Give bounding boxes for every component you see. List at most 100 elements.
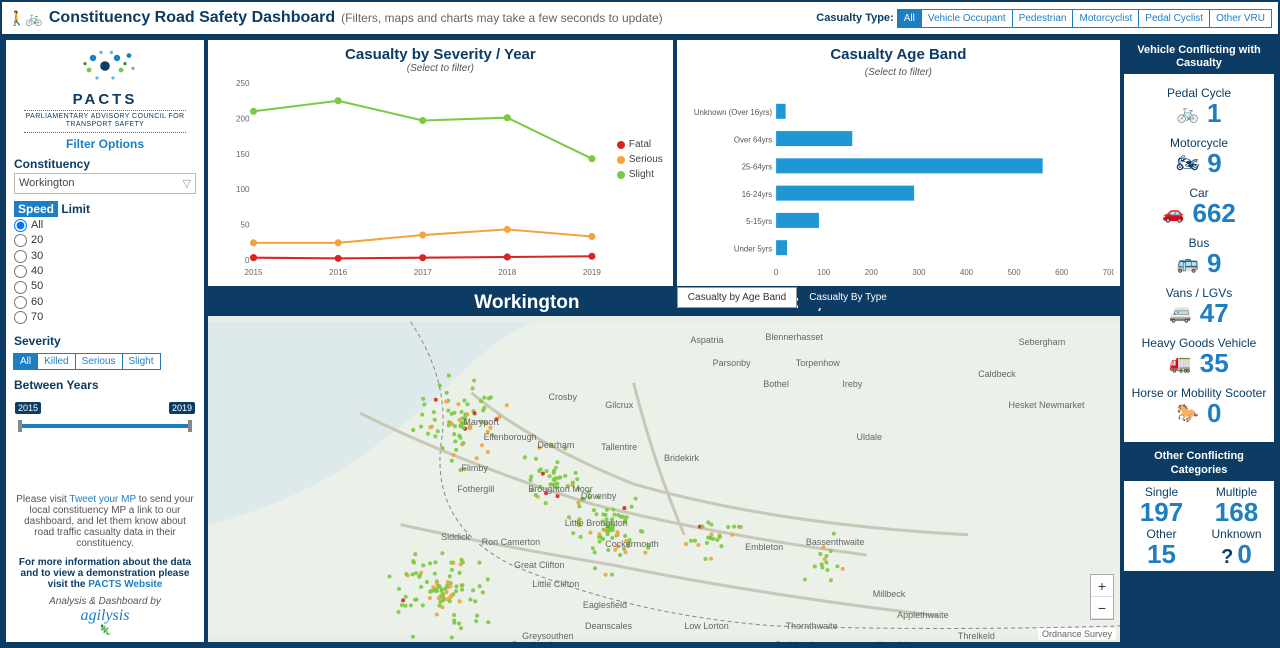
- legend-serious[interactable]: Serious: [617, 154, 663, 165]
- tweet-mp-link[interactable]: Tweet your MP: [69, 494, 136, 505]
- filter-sidebar: PACTS PARLIAMENTARY ADVISORY COUNCIL FOR…: [6, 40, 204, 642]
- severity-all[interactable]: All: [13, 353, 38, 370]
- chart2-subtitle: (Select to filter): [683, 67, 1114, 78]
- map-label: Cockermouth: [605, 539, 659, 549]
- vehicle-icon: 🚌: [1177, 253, 1199, 274]
- vehicle-icon: 🚐: [1169, 303, 1191, 324]
- map-label: Sebergham: [1019, 337, 1066, 347]
- app-icon: 🚶🚲: [8, 10, 43, 27]
- vehicle-icon: 🚛: [1169, 353, 1191, 374]
- other-panel-title: Other Conflicting Categories: [1124, 446, 1274, 480]
- severity-label: Severity: [14, 334, 196, 348]
- map-attribution: Ordnance Survey: [1038, 628, 1116, 640]
- constituency-value: Workington: [19, 177, 74, 189]
- vehicle-horse-or-mobility-scooter: Horse or Mobility Scooter🐎0: [1126, 386, 1272, 426]
- svg-text:200: 200: [236, 114, 250, 123]
- map-label: Gilcrux: [605, 400, 633, 410]
- tab-casualty-by-age-band[interactable]: Casualty by Age Band: [677, 287, 797, 308]
- legend-slight[interactable]: Slight: [617, 169, 663, 180]
- constituency-select[interactable]: Workington ▽: [14, 173, 196, 194]
- svg-text:300: 300: [912, 268, 926, 277]
- map-label: Dearham: [537, 440, 574, 450]
- legend-fatal[interactable]: Fatal: [617, 139, 663, 150]
- age-band-chart[interactable]: 0100200300400500600700Unknown (Over 16yr…: [683, 86, 1114, 286]
- speed-option-20[interactable]: 20: [14, 233, 196, 248]
- casualty-type-motorcyclist[interactable]: Motorcyclist: [1072, 9, 1139, 28]
- svg-text:5-15yrs: 5-15yrs: [746, 217, 772, 226]
- year-max: 2019: [169, 402, 195, 414]
- category-single: Single197: [1126, 485, 1197, 525]
- speed-option-70[interactable]: 70: [14, 310, 196, 325]
- map-label: Ireby: [842, 379, 862, 389]
- other-categories-panel: Other Conflicting Categories Single197Mu…: [1124, 446, 1274, 570]
- speed-option-40[interactable]: 40: [14, 264, 196, 279]
- constituency-label: Constituency: [14, 157, 196, 171]
- vehicle-icon: 🚗: [1162, 203, 1184, 224]
- zoom-in-button[interactable]: +: [1091, 575, 1113, 597]
- svg-text:500: 500: [1007, 268, 1021, 277]
- svg-text:50: 50: [241, 220, 250, 229]
- speed-option-60[interactable]: 60: [14, 295, 196, 310]
- map-label: Low Lorton: [684, 621, 729, 631]
- map-panel: Workington Casualties: 1,143 MaryportDea…: [208, 290, 1120, 642]
- svg-text:0: 0: [245, 256, 250, 265]
- map-label: Parsonby: [713, 358, 751, 368]
- chart2-tabs: Casualty by Age BandCasualty By Type: [677, 287, 898, 308]
- speed-limit-radios: All 20 30 40 50 60 70: [14, 218, 196, 326]
- map-label: Embleton: [745, 542, 783, 552]
- zoom-out-button[interactable]: −: [1091, 597, 1113, 619]
- svg-text:150: 150: [236, 150, 250, 159]
- casualty-type-pedestrian[interactable]: Pedestrian: [1012, 9, 1074, 28]
- svg-text:200: 200: [865, 268, 879, 277]
- speed-option-All[interactable]: All: [14, 218, 196, 233]
- map-label: Maryport: [463, 417, 499, 427]
- dashboard-subtitle: (Filters, maps and charts may take a few…: [341, 11, 662, 25]
- svg-text:700: 700: [1103, 268, 1114, 277]
- pacts-logo-dots: [57, 46, 153, 86]
- agilysis-logo: agilysis: [16, 607, 194, 625]
- map-label: Ron Camerton: [482, 537, 541, 547]
- svg-text:2016: 2016: [329, 268, 347, 277]
- casualty-type-pedal-cyclist[interactable]: Pedal Cyclist: [1138, 9, 1210, 28]
- pacts-website-link[interactable]: PACTS Website: [88, 579, 162, 590]
- casualty-type-vehicle-occupant[interactable]: Vehicle Occupant: [921, 9, 1013, 28]
- map-label: Great Clifton: [514, 560, 565, 570]
- map-label: Siddick: [441, 532, 470, 542]
- tab-casualty-by-type[interactable]: Casualty By Type: [798, 287, 898, 308]
- filter-options-title: Filter Options: [14, 137, 196, 151]
- pacts-logo-text: PACTS: [14, 91, 196, 108]
- map-label: Crosby: [548, 392, 577, 402]
- svg-text:600: 600: [1055, 268, 1069, 277]
- speed-option-30[interactable]: 30: [14, 249, 196, 264]
- age-band-chart-panel: Casualty Age Band (Select to filter) 010…: [677, 40, 1120, 286]
- map-label: Ellenborough: [484, 432, 537, 442]
- svg-text:Unknown (Over 16yrs): Unknown (Over 16yrs): [694, 108, 773, 117]
- analysis-by-label: Analysis & Dashboard by: [16, 596, 194, 607]
- agilysis-lizard-icon: 🦎: [99, 625, 111, 636]
- map-label: Applethwaite: [897, 610, 949, 620]
- chart1-subtitle: (Select to filter): [214, 63, 667, 74]
- map-label: Threlkeld: [958, 631, 995, 641]
- severity-slight[interactable]: Slight: [122, 353, 161, 370]
- svg-text:2019: 2019: [583, 268, 601, 277]
- svg-text:100: 100: [817, 268, 831, 277]
- map-canvas[interactable]: MaryportDearhamCrosbyGilcruxTallentireBr…: [208, 316, 1120, 642]
- severity-killed[interactable]: Killed: [37, 353, 75, 370]
- top-bar: 🚶🚲 Constituency Road Safety Dashboard (F…: [2, 2, 1278, 36]
- question-icon: ?: [1221, 546, 1233, 568]
- map-label: Braithwaite: [775, 640, 820, 642]
- speed-option-50[interactable]: 50: [14, 279, 196, 294]
- year-range-slider[interactable]: 2015 2019: [18, 416, 192, 436]
- svg-text:0: 0: [774, 268, 779, 277]
- svg-text:2015: 2015: [245, 268, 263, 277]
- severity-year-chart[interactable]: 05010015020025020152016201720182019: [214, 78, 667, 280]
- severity-serious[interactable]: Serious: [75, 353, 123, 370]
- casualty-type-all[interactable]: All: [897, 9, 922, 28]
- map-constituency-name: Workington: [474, 292, 579, 314]
- map-label: Bridekirk: [664, 453, 699, 463]
- pacts-logo-tagline: PARLIAMENTARY ADVISORY COUNCIL FOR TRANS…: [24, 110, 186, 133]
- map-label: Little Broughton: [565, 518, 628, 528]
- casualty-type-other-vru[interactable]: Other VRU: [1209, 9, 1272, 28]
- between-years-label: Between Years: [14, 378, 196, 392]
- svg-text:250: 250: [236, 79, 250, 88]
